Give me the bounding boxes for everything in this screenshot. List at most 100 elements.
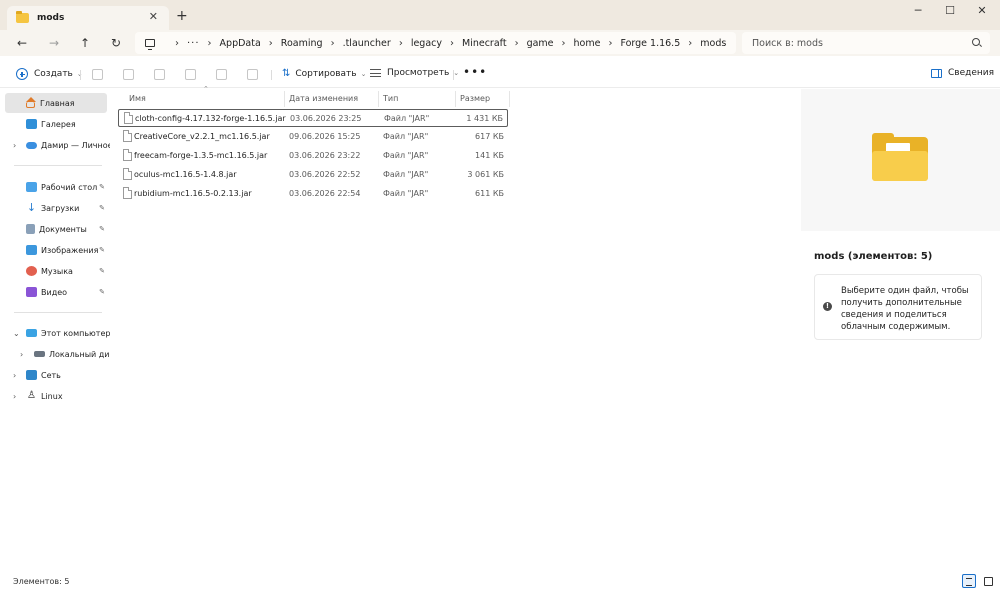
paste-icon[interactable] <box>154 69 165 80</box>
pin-icon: ✎ <box>99 288 105 296</box>
table-row[interactable]: rubidium-mc1.16.5-0.2.13.jar 03.06.2026 … <box>118 185 508 203</box>
minimize-button[interactable]: ─ <box>908 4 928 17</box>
file-type: Файл "JAR" <box>383 151 429 160</box>
forward-button[interactable]: → <box>46 36 62 50</box>
file-list: ⌃ Имя Дата изменения Тип Размер cloth-co… <box>110 85 800 569</box>
file-icon <box>123 187 132 199</box>
file-date: 09.06.2026 15:25 <box>289 132 361 141</box>
file-name: rubidium-mc1.16.5-0.2.13.jar <box>134 189 252 198</box>
search-placeholder: Поиск в: mods <box>752 37 823 49</box>
file-explorer-window: mods ✕ + ─ ☐ ✕ ← → ↑ ↻ › ··· › AppData ›… <box>0 0 1000 589</box>
sidebar-item-desktop[interactable]: Рабочий стол ✎ <box>5 177 107 197</box>
sidebar-item-label: Локальный диск <box>49 349 119 359</box>
maximize-button[interactable]: ☐ <box>940 4 960 17</box>
back-button[interactable]: ← <box>14 36 30 50</box>
computer-icon <box>145 39 155 50</box>
view-list-icon <box>370 69 381 77</box>
file-size: 617 КБ <box>475 132 504 141</box>
download-icon: ↓ <box>26 201 37 214</box>
column-divider[interactable] <box>509 91 510 107</box>
copy-icon[interactable] <box>123 69 134 80</box>
sidebar-item-documents[interactable]: Документы ✎ <box>5 219 107 239</box>
chevron-right-icon: › <box>608 37 613 49</box>
table-row[interactable]: cloth-config-4.17.132-forge-1.16.5.jar 0… <box>118 109 508 127</box>
status-bar: Элементов: 5 <box>0 569 1000 589</box>
breadcrumb-overflow[interactable]: ··· <box>187 38 200 49</box>
pin-icon: ✎ <box>99 246 105 254</box>
breadcrumb-game[interactable]: game <box>527 38 554 49</box>
file-icon <box>124 112 133 124</box>
breadcrumb-legacy[interactable]: legacy <box>411 38 442 49</box>
table-row[interactable]: oculus-mc1.16.5-1.4.8.jar 03.06.2026 22:… <box>118 166 508 184</box>
share-icon[interactable] <box>216 69 227 80</box>
details-pane-icon <box>931 68 942 78</box>
cut-icon[interactable] <box>92 69 103 80</box>
rename-icon[interactable] <box>185 69 196 80</box>
create-button[interactable]: Создать ⌄ <box>16 68 83 80</box>
view-button[interactable]: Просмотреть ⌄ <box>370 68 459 78</box>
details-pane-button[interactable]: Сведения <box>931 68 994 78</box>
pin-icon: ✎ <box>99 183 105 191</box>
sort-button[interactable]: ⇅ Сортировать ⌄ <box>282 68 366 79</box>
sidebar-item-local-disk[interactable]: › Локальный диск <box>5 344 119 364</box>
file-name: freecam-forge-1.3.5-mc1.16.5.jar <box>134 151 268 160</box>
chevron-right-icon[interactable]: › <box>20 350 23 359</box>
delete-icon[interactable] <box>247 69 258 80</box>
file-type: Файл "JAR" <box>384 114 430 123</box>
breadcrumb-forge[interactable]: Forge 1.16.5 <box>620 38 680 49</box>
column-header-type[interactable]: Тип <box>383 94 398 103</box>
sidebar-item-linux[interactable]: › ♙ Linux <box>5 386 107 406</box>
column-header-name[interactable]: Имя <box>129 94 146 103</box>
breadcrumb-home[interactable]: home <box>574 38 601 49</box>
refresh-button[interactable]: ↻ <box>108 36 124 50</box>
column-divider[interactable] <box>378 91 379 107</box>
file-date: 03.06.2026 23:25 <box>290 114 362 123</box>
chevron-down-icon: ⌄ <box>453 69 460 77</box>
sidebar-item-videos[interactable]: Видео ✎ <box>5 282 107 302</box>
sidebar-item-downloads[interactable]: ↓ Загрузки ✎ <box>5 198 107 218</box>
sidebar-item-this-pc[interactable]: ⌄ Этот компьютер <box>5 323 110 343</box>
tab-mods[interactable]: mods ✕ <box>7 6 169 30</box>
tiles-view-toggle[interactable] <box>981 574 995 588</box>
gallery-icon <box>26 119 37 129</box>
sidebar-item-gallery[interactable]: Галерея <box>5 114 107 134</box>
pictures-icon <box>26 245 37 255</box>
file-date: 03.06.2026 22:52 <box>289 170 361 179</box>
sidebar-item-network[interactable]: › Сеть <box>5 365 107 385</box>
sidebar-item-pictures[interactable]: Изображения ✎ <box>5 240 107 260</box>
breadcrumb-appdata[interactable]: AppData <box>220 38 261 49</box>
address-bar[interactable]: › ··· › AppData › Roaming › .tlauncher ›… <box>135 32 736 54</box>
breadcrumb-tlauncher[interactable]: .tlauncher <box>343 38 391 49</box>
chevron-right-icon[interactable]: › <box>13 392 16 401</box>
sidebar-item-music[interactable]: Музыка ✎ <box>5 261 107 281</box>
sidebar-item-home[interactable]: Главная <box>5 93 107 113</box>
file-icon <box>123 130 132 142</box>
details-label: Сведения <box>948 68 995 78</box>
up-button[interactable]: ↑ <box>77 36 93 50</box>
column-divider[interactable] <box>284 91 285 107</box>
table-row[interactable]: CreativeCore_v2.2.1_mc1.16.5.jar 09.06.2… <box>118 128 508 146</box>
details-view-toggle[interactable] <box>962 574 976 588</box>
new-tab-button[interactable]: + <box>176 9 188 23</box>
chevron-right-icon[interactable]: › <box>13 141 16 150</box>
pin-icon: ✎ <box>99 267 105 275</box>
close-window-button[interactable]: ✕ <box>972 4 992 17</box>
breadcrumb-mods[interactable]: mods <box>700 38 726 49</box>
chevron-down-icon[interactable]: ⌄ <box>13 329 20 338</box>
chevron-right-icon[interactable]: › <box>13 371 16 380</box>
breadcrumb-minecraft[interactable]: Minecraft <box>462 38 507 49</box>
close-tab-icon[interactable]: ✕ <box>149 11 158 23</box>
music-icon <box>26 266 37 276</box>
column-divider[interactable] <box>455 91 456 107</box>
command-bar: Создать ⌄ ⇅ Сортировать ⌄ Просмотреть ⌄ … <box>0 60 1000 88</box>
chevron-right-icon: › <box>514 37 519 49</box>
more-options-button[interactable]: ••• <box>463 65 487 79</box>
table-row[interactable]: freecam-forge-1.3.5-mc1.16.5.jar 03.06.2… <box>118 147 508 165</box>
breadcrumb-roaming[interactable]: Roaming <box>281 38 323 49</box>
search-input[interactable]: Поиск в: mods <box>742 32 990 54</box>
column-header-size[interactable]: Размер <box>460 94 490 103</box>
chevron-right-icon: › <box>398 37 403 49</box>
pin-icon: ✎ <box>99 204 105 212</box>
sidebar-item-onedrive[interactable]: › Дамир — Личное <box>5 135 113 155</box>
column-header-date[interactable]: Дата изменения <box>289 94 358 103</box>
